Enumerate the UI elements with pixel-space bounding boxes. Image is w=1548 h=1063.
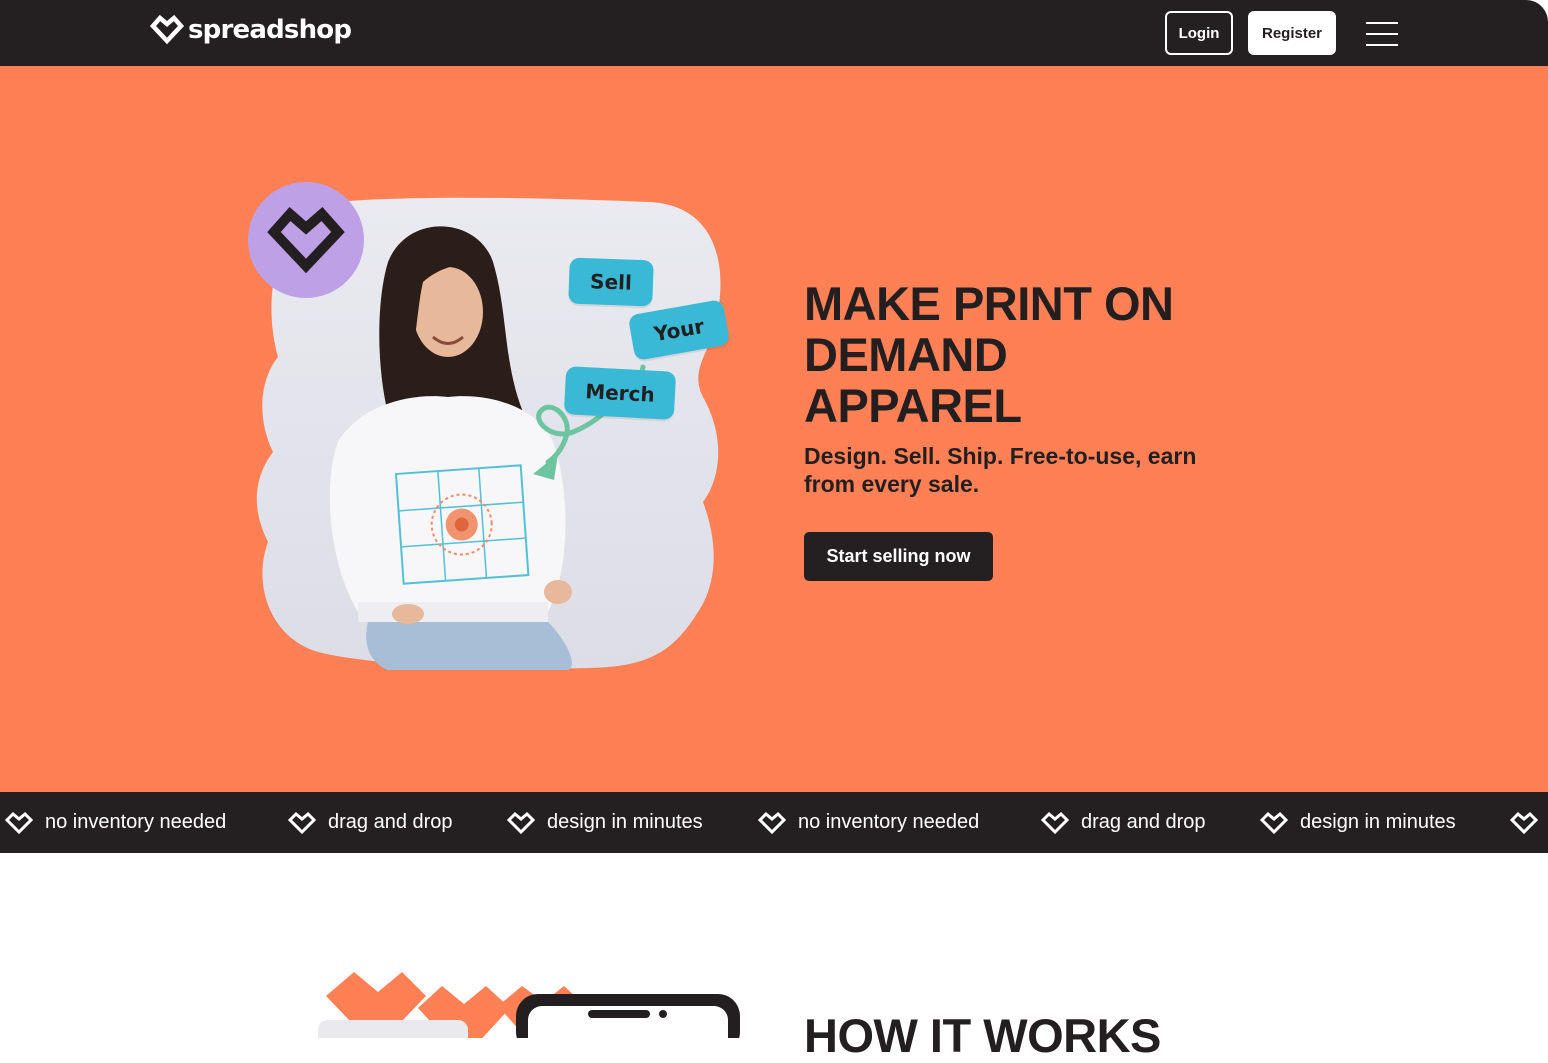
ticker-label: design in minutes bbox=[1300, 811, 1456, 833]
heart-outline-icon bbox=[288, 811, 316, 834]
ticker-item: drag and drop bbox=[1041, 792, 1206, 853]
heart-logo-icon bbox=[150, 14, 184, 45]
ticker-label: drag and drop bbox=[1081, 811, 1206, 833]
heart-outline-icon bbox=[507, 811, 535, 834]
ticker-item bbox=[1510, 792, 1538, 853]
ticker-item: no inventory needed bbox=[758, 792, 979, 853]
heart-outline-icon bbox=[1260, 811, 1288, 834]
ticker-label: design in minutes bbox=[547, 811, 703, 833]
how-it-works-illustration bbox=[318, 972, 740, 1038]
ticker-label: drag and drop bbox=[328, 811, 453, 833]
login-button[interactable]: Login bbox=[1165, 11, 1233, 55]
ticker-item: drag and drop bbox=[288, 792, 453, 853]
hero-headline: MAKE PRINT ON DEMAND APPAREL bbox=[804, 277, 1174, 432]
how-it-works-title: HOW IT WORKS bbox=[804, 1009, 1161, 1062]
register-button[interactable]: Register bbox=[1248, 11, 1336, 55]
hero-section: Sell Your Merch MAKE PRINT ON DEMAND APP… bbox=[0, 66, 1548, 792]
ticker-label: no inventory needed bbox=[798, 811, 980, 833]
ticker-item: design in minutes bbox=[1260, 792, 1456, 853]
heart-outline-icon bbox=[1041, 811, 1069, 834]
tag-merch: Merch bbox=[563, 366, 677, 420]
brand-badge bbox=[248, 182, 364, 298]
ticker-label: no inventory needed bbox=[45, 811, 227, 833]
tag-sell: Sell bbox=[568, 257, 654, 307]
hamburger-menu-icon[interactable] bbox=[1366, 22, 1398, 46]
hero-subheadline: Design. Sell. Ship. Free-to-use, earn fr… bbox=[804, 443, 1197, 497]
features-ticker: no inventory needed drag and drop design… bbox=[0, 792, 1548, 853]
heart-logo-icon bbox=[267, 206, 345, 274]
start-selling-button[interactable]: Start selling now bbox=[804, 532, 993, 581]
ticker-item: no inventory needed bbox=[5, 792, 226, 853]
ticker-item: design in minutes bbox=[507, 792, 703, 853]
heart-outline-icon bbox=[5, 811, 33, 834]
spreadshop-logo[interactable]: spreadshop bbox=[150, 14, 352, 46]
brand-name: spreadshop bbox=[188, 15, 352, 45]
top-navigation-bar: spreadshop Login Register bbox=[0, 0, 1548, 66]
hero-illustration: Sell Your Merch bbox=[248, 182, 738, 677]
heart-outline-icon bbox=[1510, 811, 1538, 834]
heart-outline-icon bbox=[758, 811, 786, 834]
